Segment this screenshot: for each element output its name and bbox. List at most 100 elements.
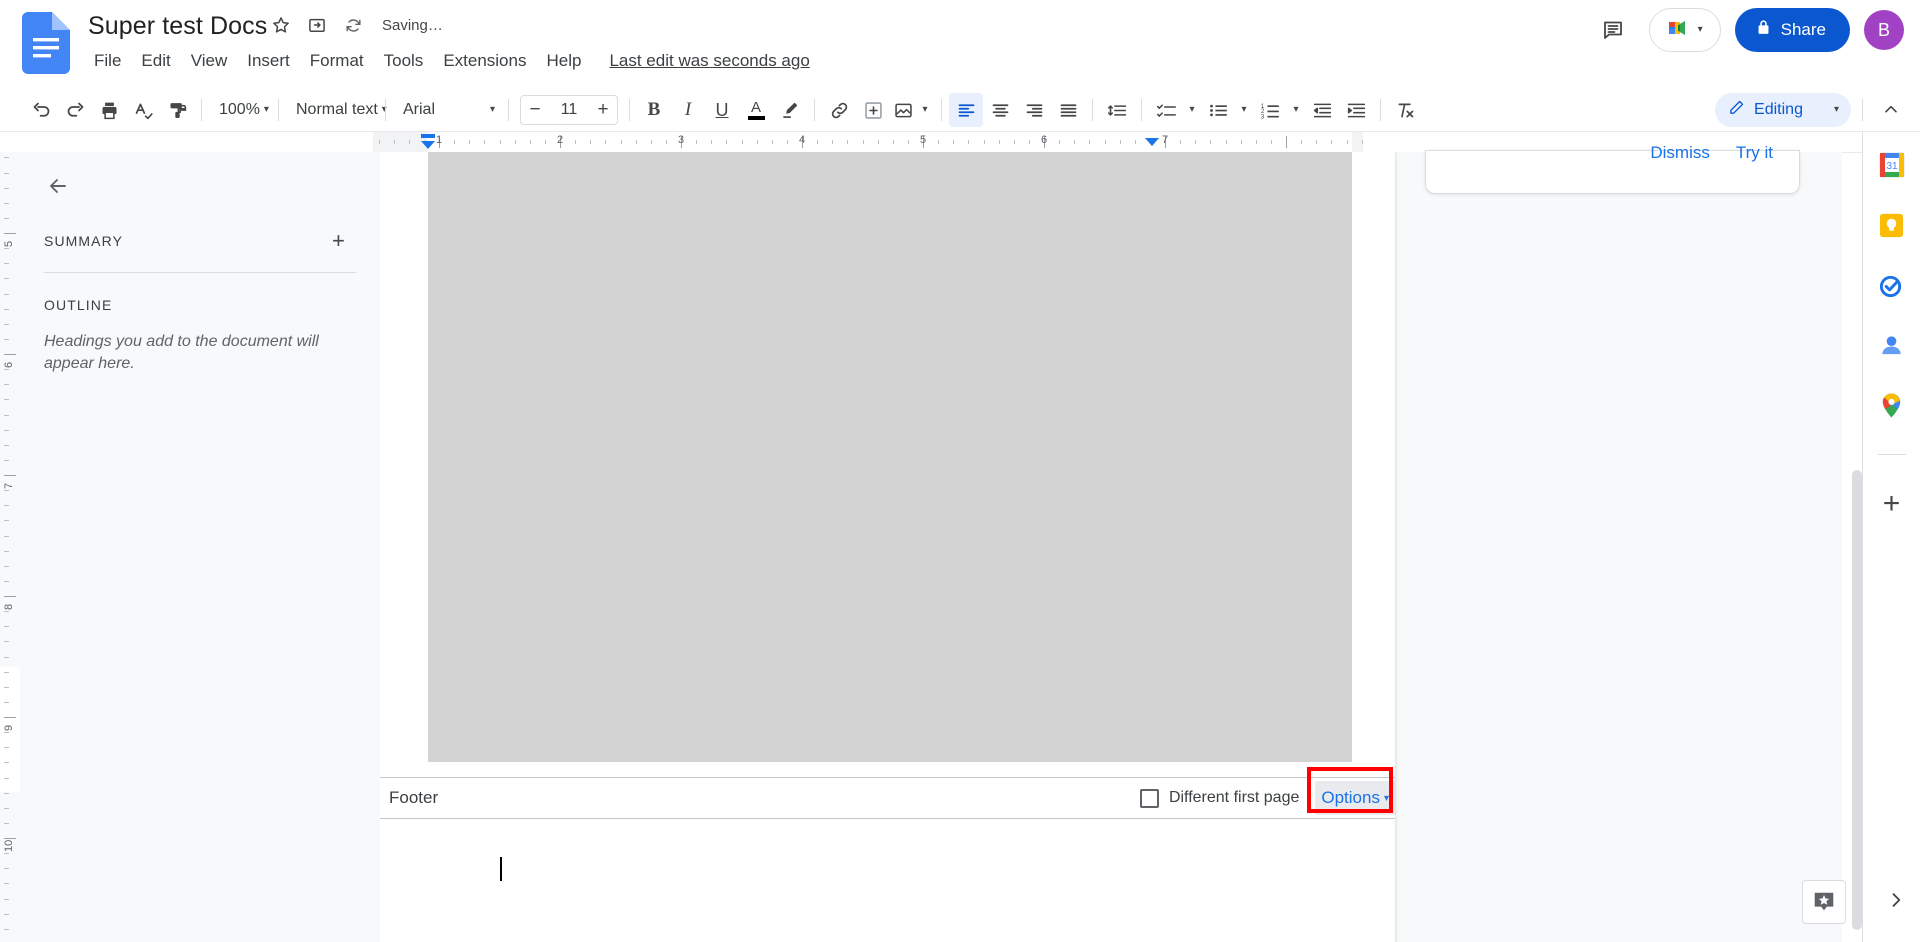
bulleted-list-icon[interactable] [1201, 93, 1235, 127]
notification-dismiss-button[interactable]: Dismiss [1650, 143, 1710, 163]
share-button[interactable]: Share [1734, 8, 1850, 52]
google-calendar-icon[interactable]: 31 [1877, 150, 1907, 180]
notification-try-it-button[interactable]: Try it [1736, 143, 1773, 163]
menu-help[interactable]: Help [536, 48, 591, 74]
move-to-folder-icon[interactable] [306, 14, 328, 36]
add-comment-icon[interactable] [856, 93, 890, 127]
right-indent-marker[interactable] [1145, 138, 1159, 146]
underline-button[interactable]: U [705, 93, 739, 127]
vruler-tick-minor [4, 248, 9, 250]
horizontal-ruler[interactable]: 1 2 3 4 5 6 7 [0, 132, 1862, 152]
vruler-number: 9 [3, 724, 15, 731]
print-icon[interactable] [92, 93, 126, 127]
insert-image-caret[interactable]: ▾ [916, 93, 934, 127]
align-right-icon[interactable] [1017, 93, 1051, 127]
insert-link-icon[interactable] [822, 93, 856, 127]
ruler-tick-minor [454, 140, 456, 144]
explore-button[interactable] [1802, 880, 1846, 924]
chevron-down-icon[interactable]: ▾ [1698, 25, 1703, 35]
vertical-ruler[interactable]: 45678910 [0, 152, 20, 942]
vruler-tick-minor [4, 550, 9, 552]
align-center-icon[interactable] [983, 93, 1017, 127]
insert-image-icon[interactable] [890, 93, 916, 127]
google-contacts-icon[interactable] [1877, 330, 1907, 360]
menu-insert[interactable]: Insert [237, 48, 300, 74]
chevron-down-icon: ▾ [489, 104, 495, 115]
numbered-list-icon[interactable]: 1 2 3 [1253, 93, 1287, 127]
document-page[interactable]: Footer Different first page Options ▾ [380, 152, 1395, 942]
highlight-pen-icon[interactable] [773, 93, 807, 127]
footer-edit-area[interactable] [380, 819, 1395, 942]
bulleted-list-caret[interactable]: ▾ [1235, 93, 1253, 127]
paint-format-icon[interactable] [160, 93, 194, 127]
align-left-icon[interactable] [949, 93, 983, 127]
editing-mode-button[interactable]: Editing ▾ [1715, 93, 1851, 127]
top-bar: Super test Docs Saving… File Edit View I… [0, 0, 1920, 88]
google-meet-button[interactable]: ▾ [1648, 8, 1721, 52]
chevron-down-icon: ▾ [1189, 104, 1195, 115]
font-size-input[interactable]: 11 [549, 101, 589, 119]
footer-options-button[interactable]: Options ▾ [1315, 781, 1395, 815]
footer-toolbar: Footer Different first page Options ▾ [380, 767, 1395, 819]
google-maps-icon[interactable] [1877, 390, 1907, 420]
options-label: Options [1321, 788, 1380, 807]
checklist-icon[interactable] [1149, 93, 1183, 127]
last-edit-link[interactable]: Last edit was seconds ago [609, 51, 809, 71]
menu-extensions[interactable]: Extensions [433, 48, 536, 74]
bold-button[interactable]: B [637, 93, 671, 127]
line-spacing-icon[interactable] [1100, 93, 1134, 127]
zoom-dropdown[interactable]: 100% ▾ [209, 93, 271, 127]
star-outline-icon[interactable] [270, 14, 292, 36]
italic-button[interactable]: I [671, 93, 705, 127]
toolbar-divider [1092, 99, 1093, 121]
checklist-caret[interactable]: ▾ [1183, 93, 1201, 127]
text-color-button[interactable]: A [739, 93, 773, 127]
spellcheck-icon[interactable] [126, 93, 160, 127]
different-first-page-control[interactable]: Different first page [1139, 788, 1299, 808]
font-size-increase-button[interactable]: + [589, 96, 617, 124]
toolbar-divider [1380, 99, 1381, 121]
first-line-indent-marker[interactable] [421, 134, 435, 138]
different-first-page-checkbox[interactable] [1139, 788, 1159, 808]
vertical-scrollbar[interactable] [1852, 470, 1862, 930]
increase-indent-icon[interactable] [1339, 93, 1373, 127]
paragraph-style-dropdown[interactable]: Normal text ▾ [286, 93, 387, 127]
menu-view[interactable]: View [181, 48, 238, 74]
clear-formatting-icon[interactable] [1388, 93, 1422, 127]
expand-side-panel-icon[interactable] [1886, 890, 1906, 916]
google-meet-icon [1667, 17, 1693, 44]
undo-icon[interactable] [24, 93, 58, 127]
ruler-tick-minor [1255, 140, 1257, 144]
ruler-number: 7 [1161, 134, 1169, 146]
ruler-tick-minor [378, 140, 380, 144]
vruler-tick-minor [4, 505, 9, 507]
vruler-tick-minor [4, 656, 9, 658]
ruler-number: 3 [677, 134, 685, 146]
left-indent-marker[interactable] [421, 141, 435, 149]
menu-format[interactable]: Format [300, 48, 374, 74]
font-family-dropdown[interactable]: Arial ▾ [393, 93, 501, 127]
document-content-block[interactable] [428, 152, 1352, 762]
numbered-list-caret[interactable]: ▾ [1287, 93, 1305, 127]
menu-edit[interactable]: Edit [131, 48, 180, 74]
vruler-tick-minor [4, 157, 9, 159]
vruler-number: 7 [3, 482, 15, 489]
back-arrow-icon[interactable] [44, 172, 72, 200]
comment-history-icon[interactable] [1591, 8, 1635, 52]
align-justify-icon[interactable] [1051, 93, 1085, 127]
add-summary-icon[interactable]: + [326, 228, 352, 254]
google-tasks-icon[interactable] [1877, 270, 1907, 300]
google-docs-logo-icon[interactable] [22, 12, 70, 74]
collapse-toolbar-button[interactable] [1874, 93, 1908, 127]
menu-tools[interactable]: Tools [374, 48, 434, 74]
document-title[interactable]: Super test Docs [88, 10, 267, 42]
ruler-tick-minor [544, 140, 546, 144]
google-keep-icon[interactable] [1877, 210, 1907, 240]
add-side-panel-app-button[interactable]: + [1883, 489, 1901, 519]
menu-file[interactable]: File [84, 48, 131, 74]
ruler-tick-minor [938, 140, 940, 144]
decrease-indent-icon[interactable] [1305, 93, 1339, 127]
font-size-decrease-button[interactable]: − [521, 96, 549, 124]
redo-icon[interactable] [58, 93, 92, 127]
avatar[interactable]: B [1864, 10, 1904, 50]
